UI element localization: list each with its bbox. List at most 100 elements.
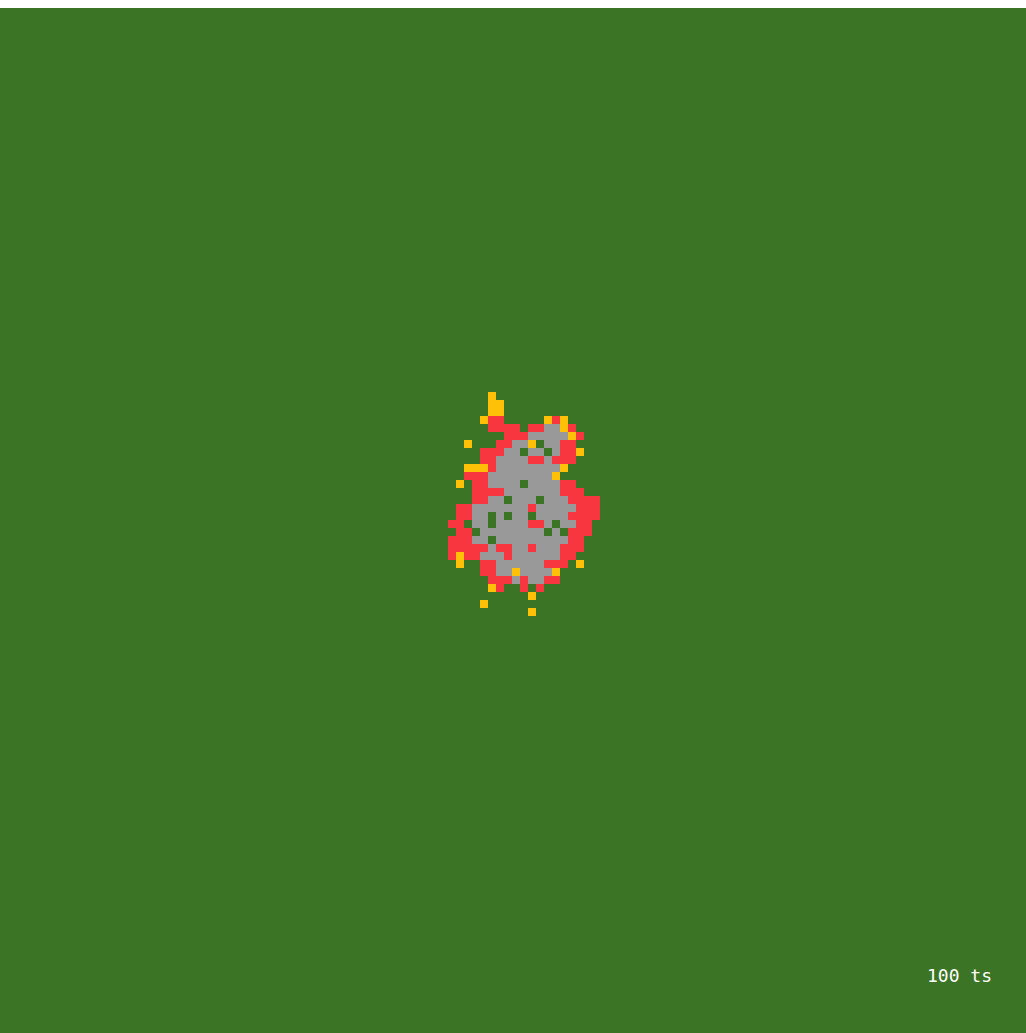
cell: [528, 552, 536, 560]
cell: [568, 416, 576, 424]
cell: [496, 408, 504, 416]
cell: [520, 512, 528, 520]
cell: [528, 560, 536, 568]
cell: [576, 504, 584, 512]
cell: [432, 408, 440, 416]
cell: [552, 592, 560, 600]
cell: [496, 504, 504, 512]
grid-row: [432, 584, 616, 592]
cell: [544, 560, 552, 568]
cell: [536, 552, 544, 560]
cell: [488, 520, 496, 528]
cell: [528, 512, 536, 520]
cell: [480, 520, 488, 528]
cell: [472, 416, 480, 424]
cell: [496, 392, 504, 400]
cell: [592, 552, 600, 560]
cell: [456, 528, 464, 536]
cell: [520, 424, 528, 432]
cell: [496, 496, 504, 504]
cell: [536, 408, 544, 416]
grid-row: [432, 496, 616, 504]
cell: [504, 456, 512, 464]
cell: [496, 480, 504, 488]
cell: [528, 416, 536, 424]
cell: [568, 408, 576, 416]
cell: [528, 608, 536, 616]
cell: [536, 504, 544, 512]
cell: [528, 472, 536, 480]
cell: [512, 512, 520, 520]
cell: [432, 520, 440, 528]
cell: [608, 400, 616, 408]
cell: [488, 512, 496, 520]
cell: [432, 392, 440, 400]
cell: [600, 560, 608, 568]
cell: [448, 400, 456, 408]
cell: [592, 496, 600, 504]
cell: [480, 472, 488, 480]
cell: [504, 432, 512, 440]
cell: [576, 544, 584, 552]
cell: [592, 416, 600, 424]
cell: [504, 592, 512, 600]
cell: [480, 608, 488, 616]
cell: [592, 600, 600, 608]
cell: [592, 448, 600, 456]
cell: [440, 608, 448, 616]
cell: [432, 488, 440, 496]
cell: [560, 536, 568, 544]
cell: [544, 592, 552, 600]
cell: [456, 576, 464, 584]
cell: [560, 592, 568, 600]
cell: [512, 520, 520, 528]
title-bar: [0, 0, 1026, 8]
cell: [552, 568, 560, 576]
cell: [576, 416, 584, 424]
cell: [544, 392, 552, 400]
cell: [560, 488, 568, 496]
cell: [440, 400, 448, 408]
cell: [600, 392, 608, 400]
cell: [600, 416, 608, 424]
cell: [536, 600, 544, 608]
cell: [440, 520, 448, 528]
cell: [496, 536, 504, 544]
cell: [600, 480, 608, 488]
cell: [552, 464, 560, 472]
cell: [568, 432, 576, 440]
cell: [504, 416, 512, 424]
cell: [584, 424, 592, 432]
cell: [504, 448, 512, 456]
cell: [448, 568, 456, 576]
cell: [512, 528, 520, 536]
cell: [536, 432, 544, 440]
cell: [512, 448, 520, 456]
cell: [496, 528, 504, 536]
cell: [608, 552, 616, 560]
cell: [576, 464, 584, 472]
cell: [536, 512, 544, 520]
cell: [600, 592, 608, 600]
cell: [576, 400, 584, 408]
cell: [568, 576, 576, 584]
cell: [440, 464, 448, 472]
cell: [520, 416, 528, 424]
cell: [496, 448, 504, 456]
cell: [504, 392, 512, 400]
cell: [488, 416, 496, 424]
cell: [472, 456, 480, 464]
cell: [608, 544, 616, 552]
cell: [456, 400, 464, 408]
cell: [584, 560, 592, 568]
cell: [592, 512, 600, 520]
cell: [592, 560, 600, 568]
cell: [576, 448, 584, 456]
grid-row: [432, 608, 616, 616]
grid-row: [432, 488, 616, 496]
cell: [520, 552, 528, 560]
cell: [584, 544, 592, 552]
cell: [448, 560, 456, 568]
cell: [448, 504, 456, 512]
cell: [560, 408, 568, 416]
